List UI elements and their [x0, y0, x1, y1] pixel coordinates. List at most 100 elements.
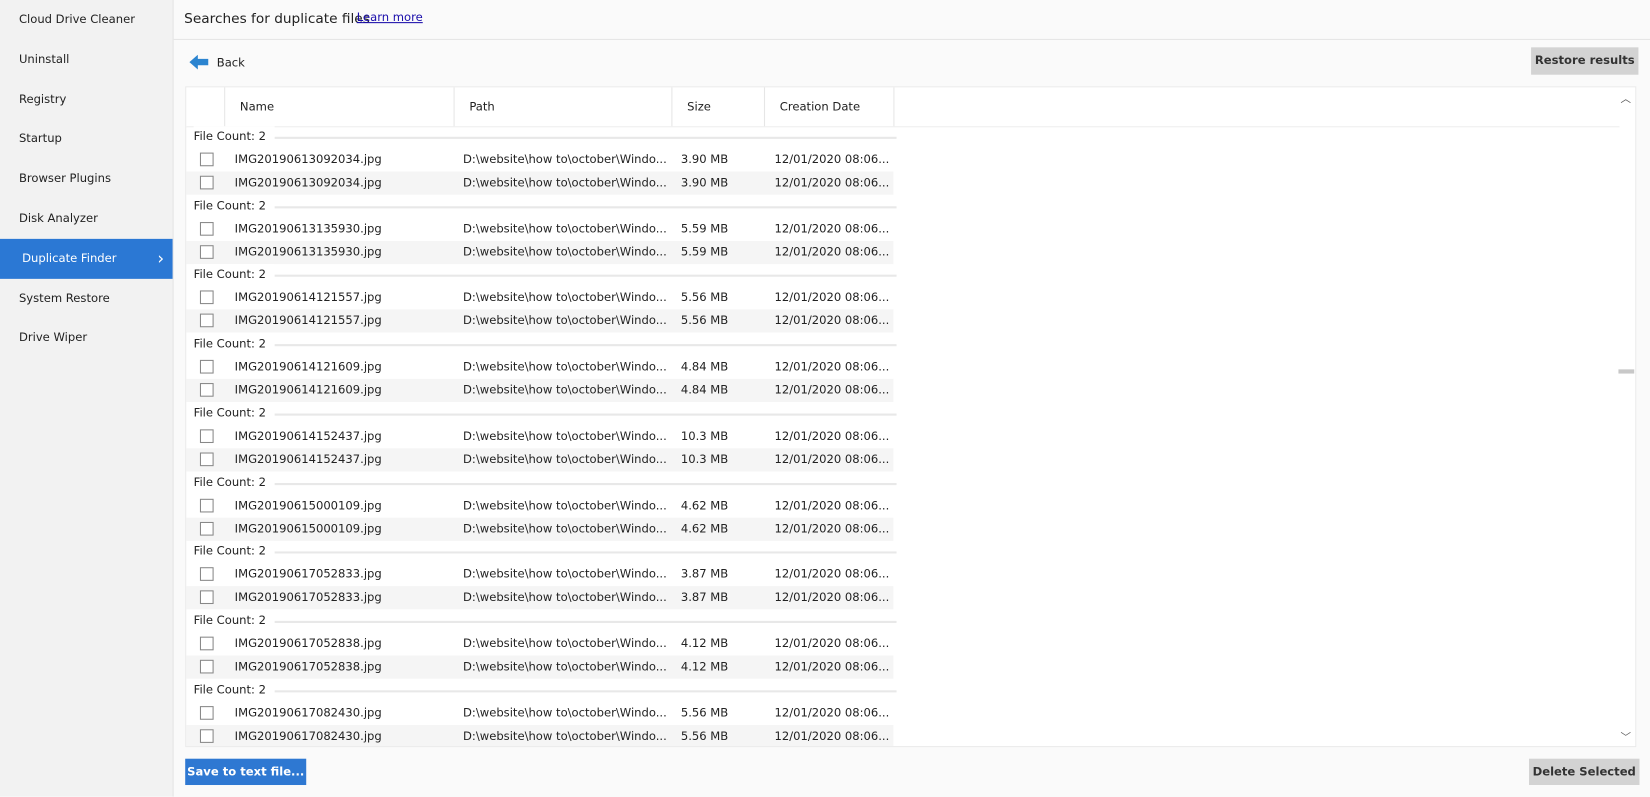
- row-checkbox[interactable]: [199, 383, 214, 397]
- creation-date: 12/01/2020 08:06...: [774, 244, 890, 259]
- file-name: IMG20190614121609.jpg: [234, 383, 382, 397]
- chevron-right-icon: ›: [157, 248, 165, 269]
- table-row[interactable]: IMG20190614152437.jpg D:\website\how to\o…: [186, 448, 894, 472]
- file-name: IMG20190614152437.jpg: [234, 452, 382, 466]
- group-divider: [193, 551, 897, 554]
- sidebar-item-disk-analyzer[interactable]: Disk Analyzer: [0, 199, 173, 239]
- sidebar-item-system-restore[interactable]: System Restore: [0, 278, 173, 318]
- sidebar-item-drive-wiper[interactable]: Drive Wiper: [0, 318, 173, 358]
- row-checkbox[interactable]: [199, 659, 214, 674]
- group-divider: [193, 620, 897, 623]
- sidebar: Cloud Drive Cleaner Uninstall Registry Star…: [0, 0, 174, 797]
- table-row[interactable]: IMG20190614121557.jpg D:\website\how to\o…: [186, 287, 893, 310]
- file-size: 5.56 MB: [680, 705, 729, 720]
- delete-selected-button[interactable]: Delete Selected: [1528, 758, 1640, 786]
- creation-date: 12/01/2020 08:06...: [774, 313, 890, 328]
- table-row[interactable]: IMG20190617052838.jpg D:\website\how to\o…: [186, 632, 893, 655]
- file-group: File Count: 2 IMG20190614121557.jpg D:\web…: [186, 264, 902, 334]
- table-row[interactable]: IMG20190613135930.jpg D:\website\how to\o…: [186, 217, 893, 240]
- table-row[interactable]: IMG20190617082430.jpg D:\website\how to\o…: [186, 724, 894, 747]
- row-checkbox[interactable]: [199, 221, 214, 236]
- file-path: D:\website\how to\october\Windo...: [463, 636, 667, 651]
- group-divider: [193, 205, 897, 209]
- table-row[interactable]: IMG20190614121557.jpg D:\website\how to\o…: [186, 309, 894, 333]
- column-path[interactable]: Path: [453, 87, 672, 127]
- scroll-up-icon[interactable]: ︿: [1621, 89, 1632, 106]
- table-row[interactable]: IMG20190613092034.jpg D:\website\how to\o…: [186, 148, 893, 171]
- row-checkbox[interactable]: [199, 590, 214, 605]
- file-size: 4.62 MB: [680, 498, 729, 512]
- file-path: D:\website\how to\october\Windo...: [463, 452, 667, 466]
- file-count-label: File Count: 2: [193, 471, 275, 494]
- file-name: IMG20190614121557.jpg: [234, 313, 382, 328]
- file-group: File Count: 2 IMG20190613092034.jpg D:\web…: [186, 126, 902, 195]
- scrollbar-thumb[interactable]: [1618, 369, 1635, 374]
- table-row[interactable]: IMG20190614121609.jpg D:\website\how to\o…: [186, 378, 894, 403]
- back-button[interactable]: Back: [189, 51, 245, 74]
- file-group: File Count: 2 IMG20190617082430.jpg D:\web…: [186, 679, 902, 747]
- file-path: D:\website\how to\october\Windo...: [463, 429, 667, 443]
- creation-date: 12/01/2020 08:06...: [774, 152, 890, 167]
- row-checkbox[interactable]: [199, 313, 214, 328]
- file-size: 4.12 MB: [680, 659, 729, 674]
- file-name: IMG20190613135930.jpg: [234, 221, 382, 236]
- row-checkbox[interactable]: [199, 290, 214, 305]
- file-count-label: File Count: 2: [193, 610, 275, 632]
- file-path: D:\website\how to\october\Windo...: [463, 152, 667, 167]
- column-creation-date[interactable]: Creation Date: [763, 87, 895, 127]
- file-group: File Count: 2 IMG20190614152437.jpg D:\web…: [186, 402, 902, 472]
- sidebar-item-uninstall[interactable]: Uninstall: [0, 40, 173, 80]
- row-checkbox[interactable]: [199, 429, 214, 443]
- file-path: D:\website\how to\october\Windo...: [463, 221, 667, 236]
- table-row[interactable]: IMG20190617082430.jpg D:\website\how to\o…: [186, 701, 893, 724]
- table-row[interactable]: IMG20190615000109.jpg D:\website\how to\o…: [186, 494, 893, 517]
- sidebar-item-startup[interactable]: Startup: [0, 119, 173, 159]
- row-checkbox[interactable]: [199, 636, 214, 651]
- file-size: 4.62 MB: [680, 521, 729, 536]
- creation-date: 12/01/2020 08:06...: [774, 636, 890, 651]
- file-path: D:\website\how to\october\Windo...: [463, 359, 667, 374]
- file-size: 10.3 MB: [680, 452, 729, 466]
- row-checkbox[interactable]: [199, 359, 214, 374]
- file-name: IMG20190617082430.jpg: [234, 728, 382, 743]
- file-name: IMG20190614152437.jpg: [234, 429, 382, 443]
- row-checkbox[interactable]: [199, 521, 214, 536]
- learn-more-link[interactable]: Learn more: [357, 11, 423, 25]
- row-checkbox[interactable]: [199, 705, 214, 720]
- sidebar-item-registry[interactable]: Registry: [0, 80, 173, 120]
- scroll-down-icon[interactable]: ﹀: [1621, 728, 1632, 744]
- sidebar-item-duplicate-finder[interactable]: Duplicate Finder ›: [0, 238, 173, 279]
- row-checkbox[interactable]: [199, 452, 214, 466]
- table-row[interactable]: IMG20190617052833.jpg D:\website\how to\o…: [186, 586, 894, 610]
- file-name: IMG20190613092034.jpg: [234, 175, 382, 190]
- file-group: File Count: 2 IMG20190613135930.jpg D:\web…: [186, 195, 902, 264]
- column-name[interactable]: Name: [224, 87, 453, 127]
- column-size[interactable]: Size: [671, 87, 764, 127]
- table-row[interactable]: IMG20190613092034.jpg D:\website\how to\o…: [186, 171, 894, 195]
- table-row[interactable]: IMG20190617052838.jpg D:\website\how to\o…: [186, 655, 894, 679]
- file-size: 4.84 MB: [680, 383, 729, 397]
- file-name: IMG20190615000109.jpg: [234, 521, 382, 536]
- row-checkbox[interactable]: [199, 152, 214, 167]
- row-checkbox[interactable]: [199, 728, 214, 743]
- file-count-label: File Count: 2: [193, 264, 275, 286]
- sidebar-item-label: Browser Plugins: [18, 171, 112, 186]
- vertical-scrollbar[interactable]: ︿ ﹀: [1617, 87, 1635, 746]
- sidebar-item-browser-plugins[interactable]: Browser Plugins: [0, 159, 173, 199]
- row-checkbox[interactable]: [199, 567, 214, 582]
- sidebar-item-cloud-drive-cleaner[interactable]: Cloud Drive Cleaner: [0, 0, 173, 40]
- table-row[interactable]: IMG20190614152437.jpg D:\website\how to\o…: [186, 425, 893, 448]
- save-to-text-file-button[interactable]: Save to text file...: [185, 758, 307, 786]
- file-name: IMG20190617052833.jpg: [234, 567, 382, 582]
- row-checkbox[interactable]: [199, 498, 214, 512]
- table-row[interactable]: IMG20190615000109.jpg D:\website\how to\o…: [186, 517, 894, 541]
- table-row[interactable]: IMG20190617052833.jpg D:\website\how to\o…: [186, 563, 893, 586]
- table-row[interactable]: IMG20190614121609.jpg D:\website\how to\o…: [186, 356, 893, 379]
- restore-results-button[interactable]: Restore results: [1531, 47, 1639, 75]
- file-path: D:\website\how to\october\Windo...: [463, 498, 667, 512]
- creation-date: 12/01/2020 08:06...: [774, 567, 890, 582]
- file-group: File Count: 2 IMG20190615000109.jpg D:\web…: [186, 471, 902, 541]
- table-row[interactable]: IMG20190613135930.jpg D:\website\how to\o…: [186, 240, 894, 264]
- row-checkbox[interactable]: [199, 175, 214, 190]
- row-checkbox[interactable]: [199, 244, 214, 259]
